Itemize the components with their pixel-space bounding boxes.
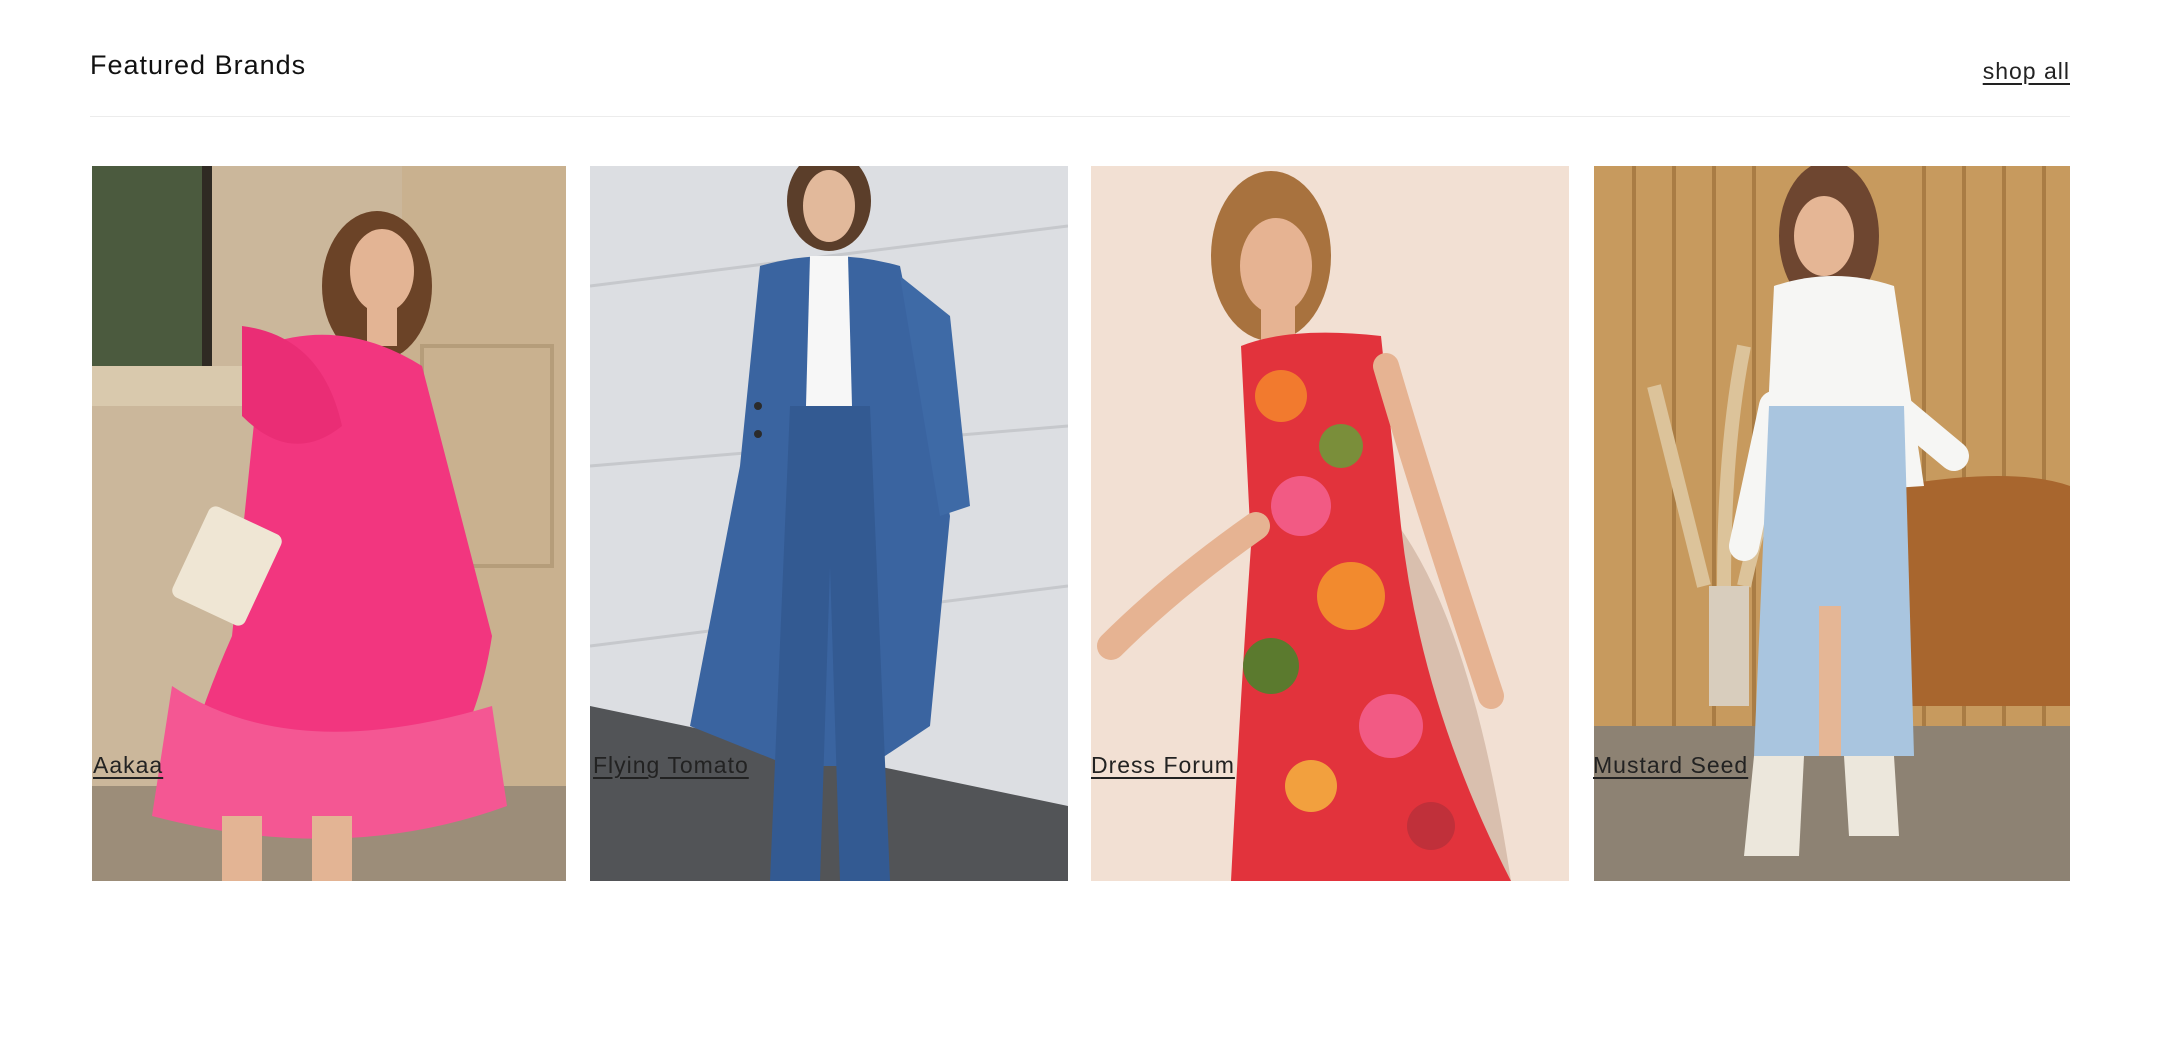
brand-link-aakaa[interactable]: Aakaa — [93, 752, 163, 779]
brand-link-flying-tomato[interactable]: Flying Tomato — [593, 752, 749, 779]
shop-all-link[interactable]: shop all — [1983, 58, 2070, 85]
section-title: Featured Brands — [90, 50, 307, 80]
brand-link-mustard-seed[interactable]: Mustard Seed — [1593, 752, 1748, 779]
brand-link-dress-forum[interactable]: Dress Forum — [1091, 752, 1235, 779]
section-header: Featured Brands shop all — [90, 50, 2070, 117]
